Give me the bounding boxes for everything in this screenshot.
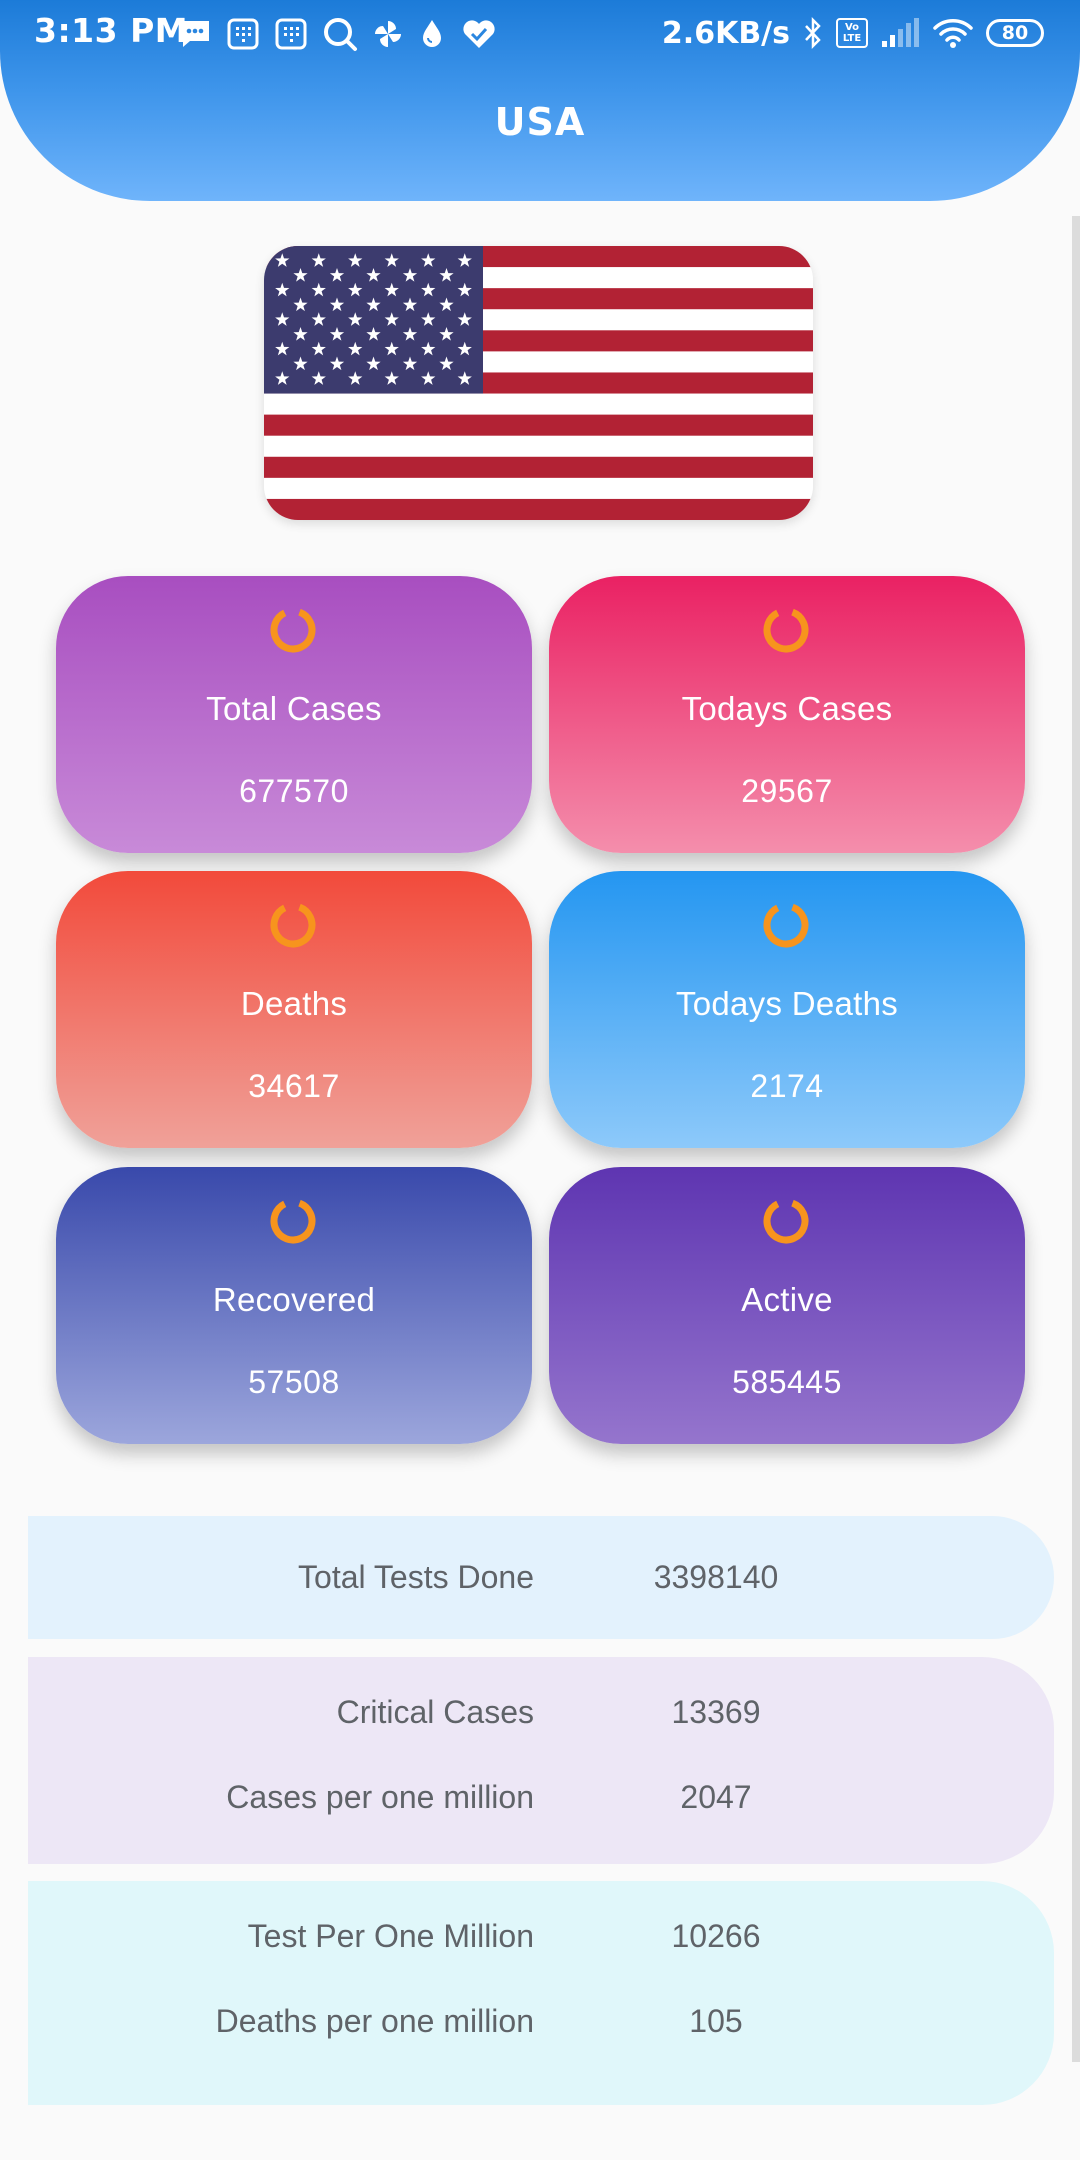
loading-spinner-icon bbox=[270, 607, 316, 653]
critical-panel: Critical Cases 13369 Cases per one milli… bbox=[28, 1657, 1054, 1864]
battery-icon: 80 bbox=[986, 19, 1044, 47]
stat-value: 105 bbox=[689, 2003, 743, 2039]
loading-spinner-icon bbox=[270, 902, 316, 948]
stat-row-critical: Critical Cases 13369 bbox=[28, 1694, 1054, 1734]
stat-row-tests-per-million: Test Per One Million 10266 bbox=[28, 1918, 1054, 1958]
status-bar: 3:13 PM 2.6KB/s Vo LTE 80 bbox=[0, 0, 1080, 66]
bluetooth-icon bbox=[802, 16, 824, 50]
card-value: 677570 bbox=[239, 773, 349, 809]
sim-dialpad-icon-2 bbox=[274, 17, 308, 51]
todays-cases-card[interactable]: Todays Cases 29567 bbox=[549, 576, 1025, 853]
signal-icon bbox=[880, 17, 920, 49]
total-tests-panel: Total Tests Done 3398140 bbox=[28, 1516, 1054, 1639]
loading-spinner-icon bbox=[763, 1198, 809, 1244]
stat-row-total-tests: Total Tests Done 3398140 bbox=[28, 1559, 1054, 1599]
message-icon bbox=[178, 18, 212, 50]
heart-check-icon bbox=[460, 17, 498, 51]
network-speed: 2.6KB/s bbox=[661, 15, 790, 51]
card-value: 34617 bbox=[248, 1068, 340, 1104]
stat-row-deaths-per-million: Deaths per one million 105 bbox=[28, 2003, 1054, 2043]
status-right: 2.6KB/s Vo LTE 80 bbox=[662, 11, 1044, 55]
recovered-card[interactable]: Recovered 57508 bbox=[56, 1167, 532, 1444]
card-value: 585445 bbox=[732, 1364, 842, 1400]
status-time: 3:13 PM bbox=[34, 11, 189, 50]
stat-label: Total Tests Done bbox=[298, 1559, 534, 1595]
app-header: 3:13 PM 2.6KB/s Vo LTE 80 USA bbox=[0, 0, 1080, 201]
scrollbar[interactable] bbox=[1072, 216, 1080, 2062]
stat-label: Test Per One Million bbox=[247, 1918, 534, 1954]
card-label: Active bbox=[741, 1281, 833, 1318]
sim-dialpad-icon bbox=[226, 17, 260, 51]
pinwheel-icon bbox=[372, 18, 404, 50]
stat-value: 2047 bbox=[680, 1779, 752, 1815]
us-flag bbox=[264, 246, 813, 520]
wifi-icon bbox=[932, 17, 974, 49]
todays-deaths-card[interactable]: Todays Deaths 2174 bbox=[549, 871, 1025, 1148]
stat-label: Cases per one million bbox=[226, 1779, 534, 1815]
page-title: USA bbox=[494, 100, 586, 144]
card-label: Todays Cases bbox=[681, 690, 893, 727]
stat-label: Critical Cases bbox=[336, 1694, 534, 1730]
app-screen: 3:13 PM 2.6KB/s Vo LTE 80 USA Total Case… bbox=[0, 0, 1080, 2160]
volte-icon: Vo LTE bbox=[836, 18, 868, 48]
card-label: Todays Deaths bbox=[675, 985, 899, 1022]
stat-value: 3398140 bbox=[653, 1559, 779, 1595]
loading-spinner-icon bbox=[270, 1198, 316, 1244]
loading-spinner-icon bbox=[763, 607, 809, 653]
per-million-panel: Test Per One Million 10266 Deaths per on… bbox=[28, 1881, 1054, 2105]
search-circle-icon bbox=[322, 16, 358, 52]
card-label: Total Cases bbox=[206, 690, 382, 727]
card-value: 57508 bbox=[248, 1364, 340, 1400]
drop-icon bbox=[418, 17, 446, 51]
total-cases-card[interactable]: Total Cases 677570 bbox=[56, 576, 532, 853]
stat-value: 10266 bbox=[671, 1918, 761, 1954]
card-label: Recovered bbox=[212, 1281, 376, 1318]
deaths-card[interactable]: Deaths 34617 bbox=[56, 871, 532, 1148]
active-card[interactable]: Active 585445 bbox=[549, 1167, 1025, 1444]
loading-spinner-icon bbox=[763, 902, 809, 948]
stat-row-cases-per-million: Cases per one million 2047 bbox=[28, 1779, 1054, 1819]
notification-icons bbox=[178, 14, 498, 54]
stat-value: 13369 bbox=[671, 1694, 761, 1730]
stat-label: Deaths per one million bbox=[215, 2003, 534, 2039]
card-value: 29567 bbox=[741, 773, 833, 809]
card-value: 2174 bbox=[750, 1068, 824, 1104]
card-label: Deaths bbox=[240, 985, 348, 1022]
